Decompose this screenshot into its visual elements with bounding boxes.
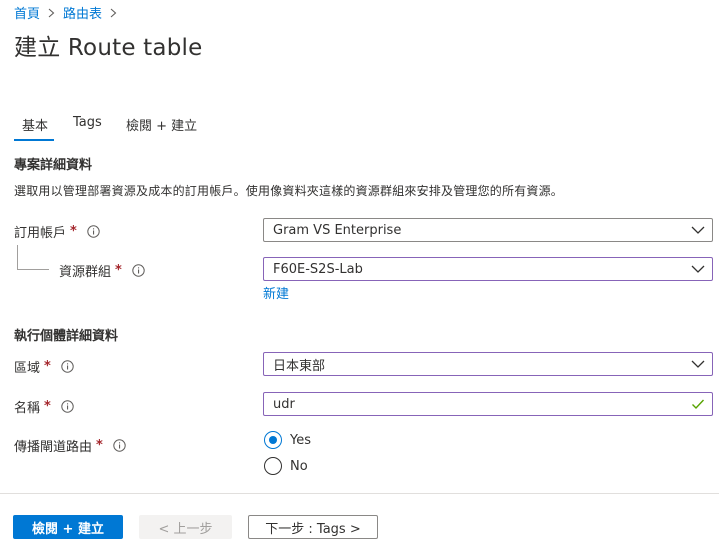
checkmark-icon bbox=[691, 398, 705, 410]
subscription-value: Gram VS Enterprise bbox=[273, 222, 402, 238]
breadcrumb: 首頁 路由表 bbox=[14, 3, 125, 22]
radio-selected-icon bbox=[264, 431, 282, 449]
active-tab-indicator bbox=[14, 139, 54, 141]
info-icon[interactable] bbox=[113, 439, 126, 452]
name-value: udr bbox=[273, 396, 295, 412]
name-label: 名稱 * bbox=[14, 397, 74, 416]
required-marker: * bbox=[44, 399, 51, 414]
tree-connector-vertical bbox=[17, 245, 18, 269]
instance-details-heading: 執行個體詳細資料 bbox=[14, 329, 119, 344]
page-title: 建立 Route table bbox=[14, 35, 203, 61]
info-icon[interactable] bbox=[61, 360, 74, 373]
create-new-resource-group-link[interactable]: 新建 bbox=[263, 283, 289, 302]
tab-tags[interactable]: Tags bbox=[73, 115, 102, 130]
breadcrumb-home-link[interactable]: 首頁 bbox=[14, 3, 40, 22]
name-input[interactable]: udr bbox=[263, 392, 713, 416]
resource-group-value: F60E-S2S-Lab bbox=[273, 261, 363, 277]
info-icon[interactable] bbox=[132, 264, 145, 277]
required-marker: * bbox=[70, 224, 77, 239]
radio-unselected-icon bbox=[264, 457, 282, 475]
breadcrumb-route-tables-link[interactable]: 路由表 bbox=[63, 3, 102, 22]
subscription-label-text: 訂用帳戶 bbox=[14, 226, 67, 241]
propagate-no-radio[interactable]: No bbox=[264, 457, 308, 475]
previous-button[interactable]: < 上一步 bbox=[139, 515, 232, 539]
propagate-routes-label-text: 傳播閘道路由 bbox=[14, 440, 93, 455]
resource-group-select[interactable]: F60E-S2S-Lab bbox=[263, 257, 713, 281]
tab-review-create[interactable]: 檢閱 + 建立 bbox=[126, 115, 197, 134]
next-tags-button[interactable]: 下一步 : Tags > bbox=[248, 515, 378, 539]
region-label-text: 區域 bbox=[14, 361, 41, 376]
chevron-down-icon bbox=[691, 264, 705, 274]
info-icon[interactable] bbox=[61, 400, 74, 413]
footer-divider bbox=[0, 493, 719, 494]
propagate-yes-radio[interactable]: Yes bbox=[264, 431, 311, 449]
name-label-text: 名稱 bbox=[14, 401, 41, 416]
propagate-no-label: No bbox=[290, 458, 308, 474]
project-details-heading: 專案詳細資料 bbox=[14, 158, 93, 173]
chevron-down-icon bbox=[691, 359, 705, 369]
tree-connector-horizontal bbox=[17, 269, 49, 270]
project-details-description: 選取用以管理部署資源及成本的訂用帳戶。使用像資料夾這樣的資源群組來安排及管理您的… bbox=[14, 184, 564, 198]
required-marker: * bbox=[96, 438, 103, 453]
chevron-right-icon bbox=[48, 8, 55, 18]
region-select[interactable]: 日本東部 bbox=[263, 352, 713, 376]
chevron-right-icon bbox=[110, 8, 117, 18]
resource-group-label-text: 資源群組 bbox=[59, 265, 112, 280]
info-icon[interactable] bbox=[87, 225, 100, 238]
region-label: 區域 * bbox=[14, 357, 74, 376]
subscription-label: 訂用帳戶 * bbox=[14, 222, 100, 241]
subscription-select[interactable]: Gram VS Enterprise bbox=[263, 218, 713, 242]
required-marker: * bbox=[44, 359, 51, 374]
resource-group-label: 資源群組 * bbox=[59, 261, 145, 280]
region-value: 日本東部 bbox=[273, 358, 326, 374]
propagate-routes-label: 傳播閘道路由 * bbox=[14, 436, 126, 455]
chevron-down-icon bbox=[691, 225, 705, 235]
propagate-yes-label: Yes bbox=[290, 432, 311, 448]
required-marker: * bbox=[115, 263, 122, 278]
tab-basics[interactable]: 基本 bbox=[22, 115, 48, 134]
review-create-button[interactable]: 檢閱 + 建立 bbox=[13, 515, 123, 539]
